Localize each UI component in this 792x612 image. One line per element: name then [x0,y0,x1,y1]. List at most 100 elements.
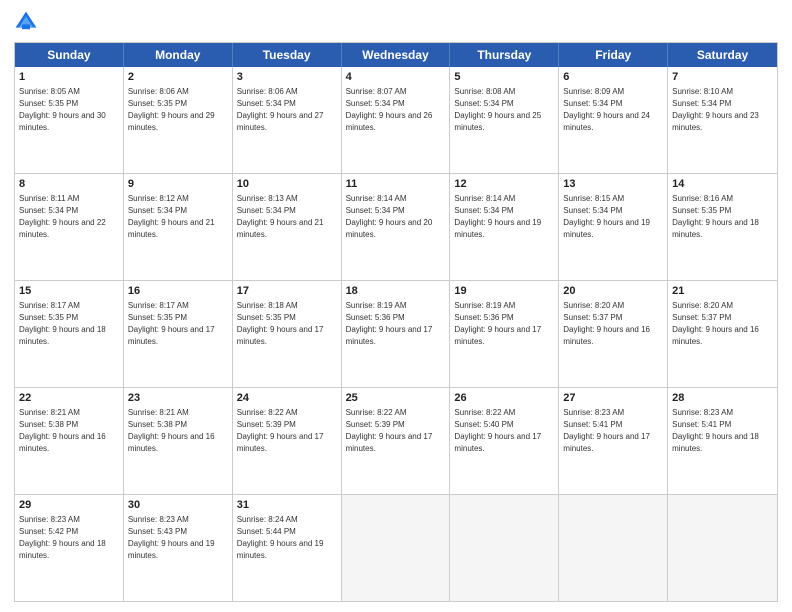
day-number: 18 [346,284,446,299]
day-cell-13: 13Sunrise: 8:15 AMSunset: 5:34 PMDayligh… [559,174,668,280]
day-info: Sunrise: 8:15 AMSunset: 5:34 PMDaylight:… [563,193,663,241]
day-info: Sunrise: 8:18 AMSunset: 5:35 PMDaylight:… [237,300,337,348]
calendar-row-2: 15Sunrise: 8:17 AMSunset: 5:35 PMDayligh… [15,281,777,388]
day-cell-23: 23Sunrise: 8:21 AMSunset: 5:38 PMDayligh… [124,388,233,494]
day-info: Sunrise: 8:22 AMSunset: 5:40 PMDaylight:… [454,407,554,455]
day-cell-31: 31Sunrise: 8:24 AMSunset: 5:44 PMDayligh… [233,495,342,601]
day-number: 20 [563,284,663,299]
day-cell-24: 24Sunrise: 8:22 AMSunset: 5:39 PMDayligh… [233,388,342,494]
day-cell-16: 16Sunrise: 8:17 AMSunset: 5:35 PMDayligh… [124,281,233,387]
day-number: 5 [454,70,554,85]
day-info: Sunrise: 8:21 AMSunset: 5:38 PMDaylight:… [128,407,228,455]
page: SundayMondayTuesdayWednesdayThursdayFrid… [0,0,792,612]
day-header-saturday: Saturday [668,43,777,67]
day-cell-26: 26Sunrise: 8:22 AMSunset: 5:40 PMDayligh… [450,388,559,494]
day-number: 28 [672,391,773,406]
day-info: Sunrise: 8:07 AMSunset: 5:34 PMDaylight:… [346,86,446,134]
day-info: Sunrise: 8:06 AMSunset: 5:34 PMDaylight:… [237,86,337,134]
day-number: 25 [346,391,446,406]
day-info: Sunrise: 8:09 AMSunset: 5:34 PMDaylight:… [563,86,663,134]
day-number: 19 [454,284,554,299]
day-cell-30: 30Sunrise: 8:23 AMSunset: 5:43 PMDayligh… [124,495,233,601]
empty-cell [559,495,668,601]
day-info: Sunrise: 8:19 AMSunset: 5:36 PMDaylight:… [346,300,446,348]
day-info: Sunrise: 8:23 AMSunset: 5:41 PMDaylight:… [672,407,773,455]
day-cell-17: 17Sunrise: 8:18 AMSunset: 5:35 PMDayligh… [233,281,342,387]
day-cell-4: 4Sunrise: 8:07 AMSunset: 5:34 PMDaylight… [342,67,451,173]
day-cell-27: 27Sunrise: 8:23 AMSunset: 5:41 PMDayligh… [559,388,668,494]
day-cell-20: 20Sunrise: 8:20 AMSunset: 5:37 PMDayligh… [559,281,668,387]
day-header-sunday: Sunday [15,43,124,67]
day-number: 9 [128,177,228,192]
day-info: Sunrise: 8:08 AMSunset: 5:34 PMDaylight:… [454,86,554,134]
day-number: 12 [454,177,554,192]
day-info: Sunrise: 8:21 AMSunset: 5:38 PMDaylight:… [19,407,119,455]
day-header-tuesday: Tuesday [233,43,342,67]
day-info: Sunrise: 8:23 AMSunset: 5:42 PMDaylight:… [19,514,119,562]
day-number: 29 [19,498,119,513]
day-header-monday: Monday [124,43,233,67]
day-info: Sunrise: 8:17 AMSunset: 5:35 PMDaylight:… [19,300,119,348]
calendar-header: SundayMondayTuesdayWednesdayThursdayFrid… [15,43,777,67]
day-number: 21 [672,284,773,299]
day-info: Sunrise: 8:14 AMSunset: 5:34 PMDaylight:… [346,193,446,241]
empty-cell [342,495,451,601]
day-info: Sunrise: 8:05 AMSunset: 5:35 PMDaylight:… [19,86,119,134]
logo [14,10,42,34]
day-cell-2: 2Sunrise: 8:06 AMSunset: 5:35 PMDaylight… [124,67,233,173]
day-cell-29: 29Sunrise: 8:23 AMSunset: 5:42 PMDayligh… [15,495,124,601]
day-number: 10 [237,177,337,192]
day-cell-3: 3Sunrise: 8:06 AMSunset: 5:34 PMDaylight… [233,67,342,173]
day-number: 26 [454,391,554,406]
day-cell-28: 28Sunrise: 8:23 AMSunset: 5:41 PMDayligh… [668,388,777,494]
day-cell-5: 5Sunrise: 8:08 AMSunset: 5:34 PMDaylight… [450,67,559,173]
day-info: Sunrise: 8:22 AMSunset: 5:39 PMDaylight:… [346,407,446,455]
day-cell-14: 14Sunrise: 8:16 AMSunset: 5:35 PMDayligh… [668,174,777,280]
calendar-row-4: 29Sunrise: 8:23 AMSunset: 5:42 PMDayligh… [15,495,777,601]
day-info: Sunrise: 8:20 AMSunset: 5:37 PMDaylight:… [563,300,663,348]
day-number: 27 [563,391,663,406]
day-number: 7 [672,70,773,85]
day-info: Sunrise: 8:14 AMSunset: 5:34 PMDaylight:… [454,193,554,241]
day-cell-25: 25Sunrise: 8:22 AMSunset: 5:39 PMDayligh… [342,388,451,494]
logo-icon [14,10,38,34]
day-info: Sunrise: 8:24 AMSunset: 5:44 PMDaylight:… [237,514,337,562]
day-cell-10: 10Sunrise: 8:13 AMSunset: 5:34 PMDayligh… [233,174,342,280]
day-cell-21: 21Sunrise: 8:20 AMSunset: 5:37 PMDayligh… [668,281,777,387]
calendar: SundayMondayTuesdayWednesdayThursdayFrid… [14,42,778,602]
day-number: 2 [128,70,228,85]
empty-cell [450,495,559,601]
day-header-friday: Friday [559,43,668,67]
day-info: Sunrise: 8:16 AMSunset: 5:35 PMDaylight:… [672,193,773,241]
day-info: Sunrise: 8:23 AMSunset: 5:41 PMDaylight:… [563,407,663,455]
day-cell-9: 9Sunrise: 8:12 AMSunset: 5:34 PMDaylight… [124,174,233,280]
day-number: 4 [346,70,446,85]
day-number: 11 [346,177,446,192]
day-cell-19: 19Sunrise: 8:19 AMSunset: 5:36 PMDayligh… [450,281,559,387]
day-cell-8: 8Sunrise: 8:11 AMSunset: 5:34 PMDaylight… [15,174,124,280]
day-number: 30 [128,498,228,513]
calendar-row-3: 22Sunrise: 8:21 AMSunset: 5:38 PMDayligh… [15,388,777,495]
day-number: 15 [19,284,119,299]
empty-cell [668,495,777,601]
day-info: Sunrise: 8:23 AMSunset: 5:43 PMDaylight:… [128,514,228,562]
day-number: 3 [237,70,337,85]
header [14,10,778,34]
day-cell-18: 18Sunrise: 8:19 AMSunset: 5:36 PMDayligh… [342,281,451,387]
day-number: 23 [128,391,228,406]
day-info: Sunrise: 8:12 AMSunset: 5:34 PMDaylight:… [128,193,228,241]
day-number: 22 [19,391,119,406]
day-info: Sunrise: 8:10 AMSunset: 5:34 PMDaylight:… [672,86,773,134]
day-info: Sunrise: 8:22 AMSunset: 5:39 PMDaylight:… [237,407,337,455]
day-cell-6: 6Sunrise: 8:09 AMSunset: 5:34 PMDaylight… [559,67,668,173]
day-cell-15: 15Sunrise: 8:17 AMSunset: 5:35 PMDayligh… [15,281,124,387]
day-info: Sunrise: 8:20 AMSunset: 5:37 PMDaylight:… [672,300,773,348]
calendar-row-1: 8Sunrise: 8:11 AMSunset: 5:34 PMDaylight… [15,174,777,281]
calendar-row-0: 1Sunrise: 8:05 AMSunset: 5:35 PMDaylight… [15,67,777,174]
day-info: Sunrise: 8:17 AMSunset: 5:35 PMDaylight:… [128,300,228,348]
day-cell-1: 1Sunrise: 8:05 AMSunset: 5:35 PMDaylight… [15,67,124,173]
day-number: 31 [237,498,337,513]
day-number: 14 [672,177,773,192]
day-info: Sunrise: 8:11 AMSunset: 5:34 PMDaylight:… [19,193,119,241]
day-number: 6 [563,70,663,85]
